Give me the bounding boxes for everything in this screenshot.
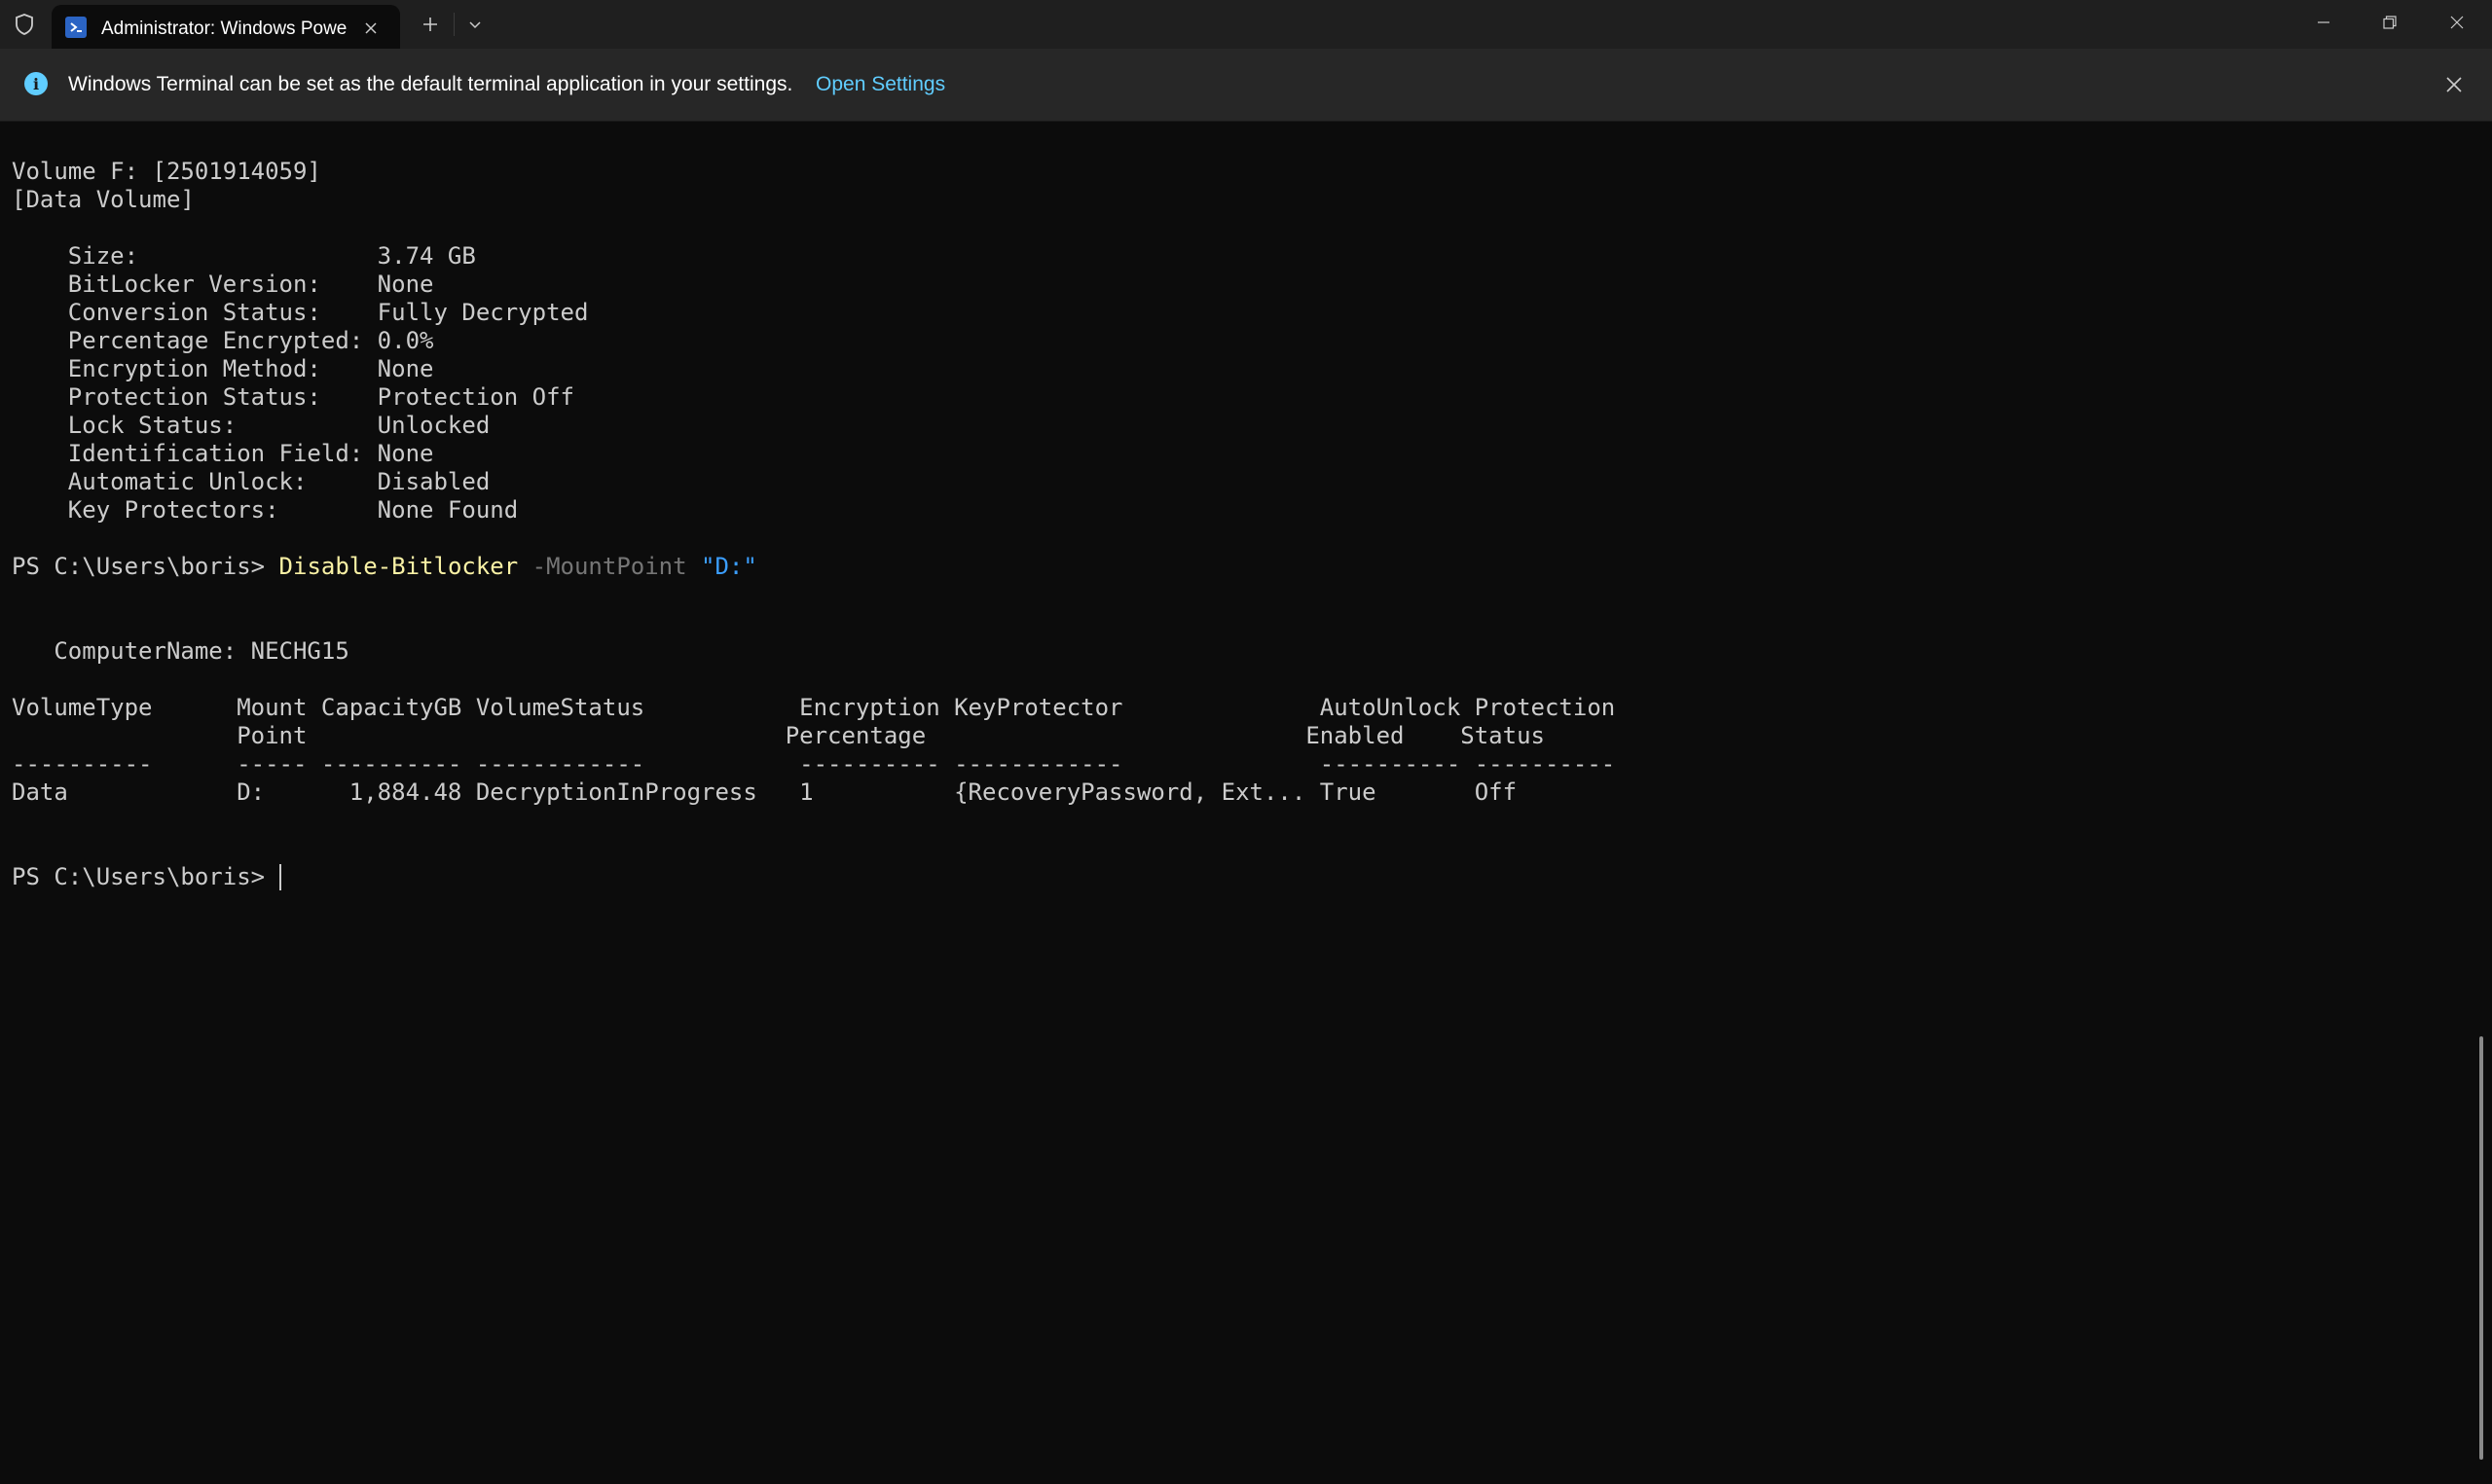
command-argument: "D:" [701,553,757,580]
close-icon[interactable] [2424,0,2490,45]
powershell-icon [65,17,87,38]
open-settings-link[interactable]: Open Settings [816,70,945,99]
tab-title: Administrator: Windows PowerShell [101,18,348,39]
terminal-line: Conversion Status: Fully Decrypted [12,299,589,326]
text-cursor [278,864,281,890]
info-icon: i [24,72,48,95]
restore-icon[interactable] [2357,0,2423,45]
terminal-line: ComputerName: NECHG15 [12,637,349,665]
command-parameter: -MountPoint [518,553,702,580]
terminal-line: Size: 3.74 GB [12,242,476,270]
terminal-line: Point Percentage Enabled Status [12,722,1545,749]
scrollbar[interactable] [2479,1036,2483,1460]
terminal-history: Volume F: [2501914059] [Data Volume] Size… [12,158,2474,553]
titlebar-divider [454,13,455,36]
command-output: ComputerName: NECHG15 VolumeType Mount Ca… [12,581,2474,863]
terminal-line: Protection Status: Protection Off [12,383,574,411]
terminal-line: Volume F: [2501914059] [12,158,321,185]
command-prompt: PS C:\Users\boris> [12,553,279,580]
terminal-line: Data D: 1,884.48 DecryptionInProgress 1 … [12,778,1518,806]
tab-powershell[interactable]: Administrator: Windows PowerShell [52,5,400,49]
new-tab-plus-icon[interactable] [416,10,445,39]
final-prompt: PS C:\Users\boris> [12,863,279,890]
tab-close-icon[interactable] [356,14,385,43]
prompt-line[interactable]: PS C:\Users\boris> [12,863,2474,891]
terminal-line: Automatic Unlock: Disabled [12,468,491,495]
terminal-output[interactable]: Volume F: [2501914059] [Data Volume] Size… [12,158,2474,1462]
terminal-line: Encryption Method: None [12,355,434,382]
terminal-line: Lock Status: Unlocked [12,412,491,439]
command-name: Disable-Bitlocker [278,553,519,580]
terminal-line: Percentage Encrypted: 0.0% [12,327,434,354]
info-bar: i Windows Terminal can be set as the def… [0,49,2492,122]
shield-icon [12,12,37,37]
terminal-line: [Data Volume] [12,186,195,213]
command-line: PS C:\Users\boris> Disable-Bitlocker -Mo… [12,553,2474,581]
title-bar: Administrator: Windows PowerShell [0,0,2492,49]
terminal-line: BitLocker Version: None [12,271,434,298]
chevron-down-icon[interactable] [460,10,490,39]
terminal-line: VolumeType Mount CapacityGB VolumeStatus… [12,694,1616,721]
minimize-icon[interactable] [2290,0,2357,45]
terminal-line: Key Protectors: None Found [12,496,519,524]
info-close-icon[interactable] [2439,70,2469,99]
terminal-line: Identification Field: None [12,440,434,467]
info-message: Windows Terminal can be set as the defau… [68,73,793,95]
terminal-line: ---------- ----- ---------- ------------… [12,750,1616,778]
